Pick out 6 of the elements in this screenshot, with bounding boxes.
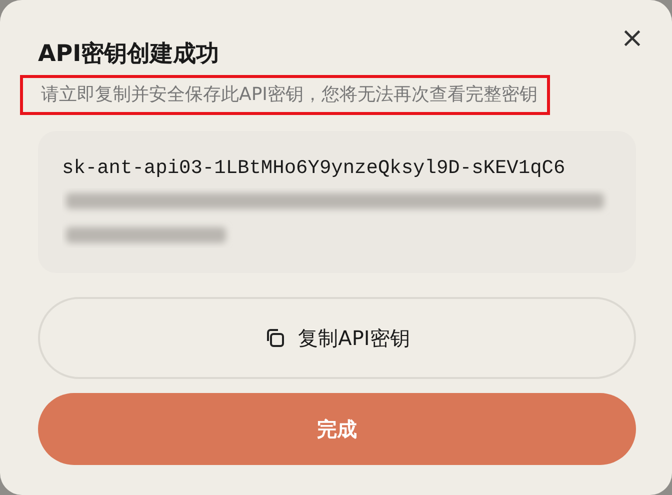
dialog-subtitle: 请立即复制并安全保存此API密钥，您将无法再次查看完整密钥 — [41, 84, 538, 105]
close-button[interactable]: × — [616, 24, 648, 52]
copy-icon — [264, 327, 286, 349]
dialog-title: API密钥创建成功 — [38, 40, 220, 69]
copy-button[interactable]: 复制API密钥 — [38, 297, 636, 379]
api-key-text: sk-ant-api03-1LBtMHo6Y9ynzeQksyl9D-sKEV1qC6 — [62, 157, 566, 179]
